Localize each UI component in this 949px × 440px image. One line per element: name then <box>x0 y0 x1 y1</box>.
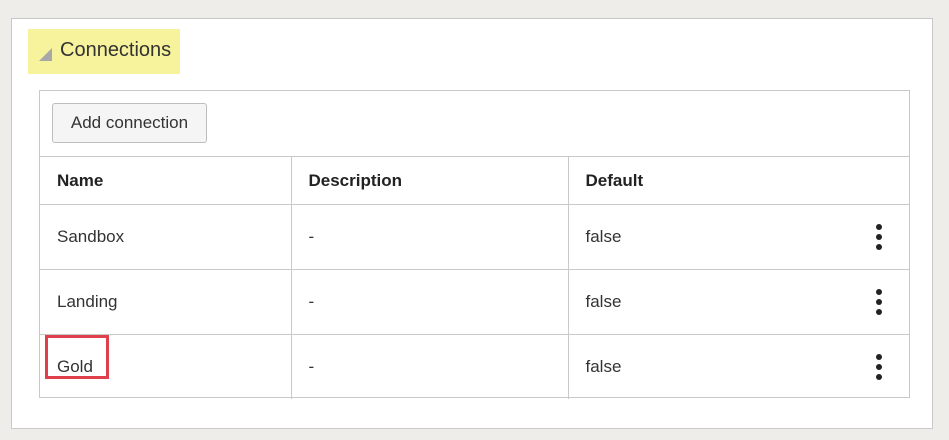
cell-description: - <box>290 334 568 399</box>
kebab-menu-icon[interactable] <box>869 352 889 382</box>
kebab-menu-icon[interactable] <box>869 222 889 252</box>
cell-name: Sandbox <box>40 204 291 270</box>
connections-panel: Connections Add connection Name Descript… <box>11 18 933 429</box>
cell-actions <box>848 204 909 270</box>
cell-default: false <box>567 334 848 399</box>
section-title: Connections <box>60 39 172 61</box>
collapse-triangle-icon[interactable] <box>39 48 52 61</box>
table-row[interactable]: Landing - false <box>40 269 909 335</box>
cell-default: false <box>567 204 848 270</box>
column-header-name[interactable]: Name <box>40 156 291 205</box>
table-row[interactable]: Sandbox - false <box>40 204 909 270</box>
kebab-menu-icon[interactable] <box>869 287 889 317</box>
cell-default: false <box>567 269 848 335</box>
cell-actions <box>848 334 909 399</box>
cell-name-text: Gold <box>57 357 93 376</box>
cell-name: Landing <box>40 269 291 335</box>
connections-content: Add connection Name Description Default … <box>39 90 910 399</box>
column-header-description[interactable]: Description <box>290 156 568 205</box>
cell-actions <box>848 269 909 335</box>
connections-section-header[interactable]: Connections <box>28 29 180 74</box>
connections-table: Name Description Default Sandbox - false… <box>40 156 909 399</box>
cell-description: - <box>290 269 568 335</box>
toolbar: Add connection <box>40 91 909 156</box>
add-connection-button[interactable]: Add connection <box>52 103 207 143</box>
column-header-default[interactable]: Default <box>567 156 909 205</box>
table-row[interactable]: Gold - false <box>40 334 909 399</box>
table-header-row: Name Description Default <box>40 156 909 205</box>
highlighted-name-wrapper: Gold <box>45 335 109 379</box>
cell-description: - <box>290 204 568 270</box>
cell-name-highlighted: Gold <box>40 334 291 399</box>
